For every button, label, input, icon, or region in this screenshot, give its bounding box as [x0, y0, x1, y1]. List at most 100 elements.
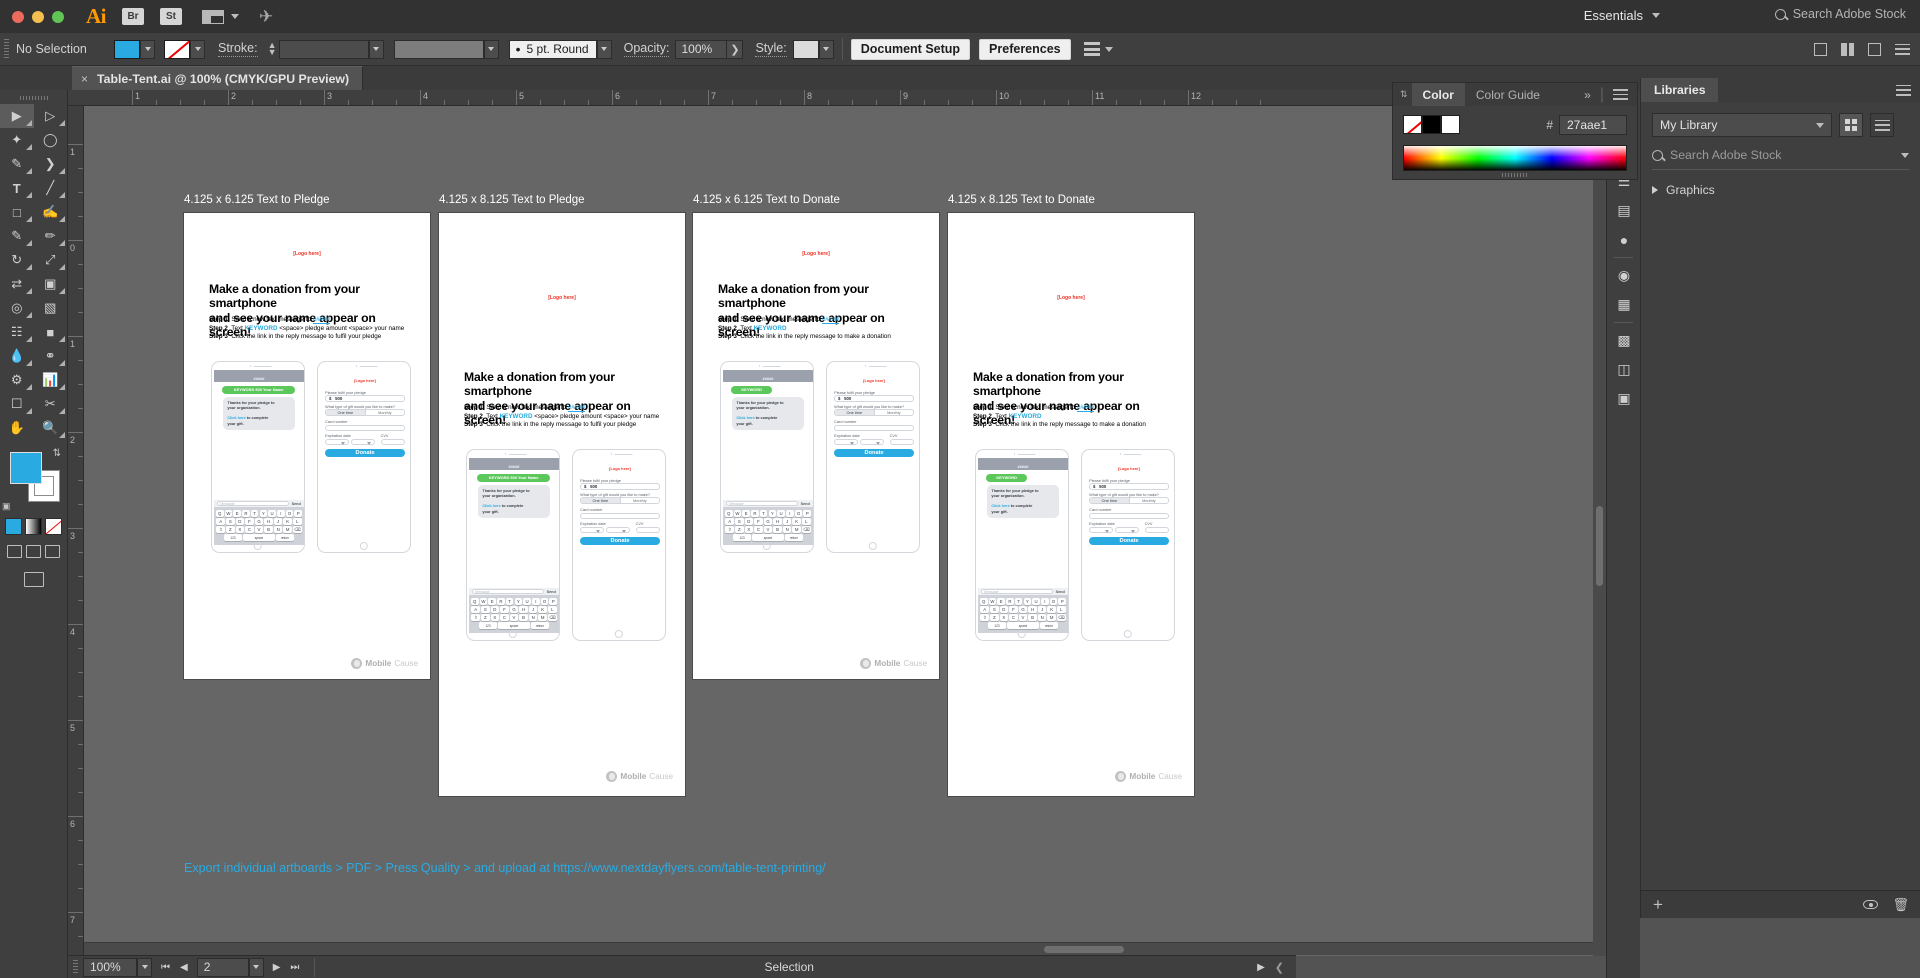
share-icon[interactable]: ✈: [259, 7, 273, 27]
expiration-year-select[interactable]: [351, 438, 375, 446]
stroke-swatch-dropdown[interactable]: [190, 39, 205, 59]
brush-definition[interactable]: • 5 pt. Round: [508, 39, 597, 59]
keyboard-key[interactable]: P: [803, 510, 812, 517]
last-artboard-button[interactable]: ⏭: [290, 962, 299, 973]
expiration-month-select[interactable]: [834, 438, 858, 446]
phone-home-button[interactable]: [253, 541, 263, 551]
pledge-amount-input[interactable]: $500: [834, 395, 915, 403]
keyboard-key[interactable]: A: [471, 606, 480, 614]
transparency-panel-icon[interactable]: ●: [1607, 225, 1641, 254]
magic-wand-tool[interactable]: ✦: [0, 128, 34, 152]
keyboard-key[interactable]: F: [500, 606, 509, 614]
keyboard-key[interactable]: Q: [724, 510, 733, 517]
keyboard-key-space[interactable]: space: [1007, 622, 1039, 630]
keyboard-key[interactable]: ⌫: [293, 526, 302, 534]
status-expand-button[interactable]: ▶: [1257, 962, 1265, 973]
keyboard-key[interactable]: X: [744, 526, 754, 534]
keyboard-key[interactable]: I: [531, 598, 540, 605]
gift-frequency-segmented-control[interactable]: One time Monthly: [1089, 497, 1170, 505]
pencil-tool[interactable]: ✏: [34, 224, 68, 248]
artboard[interactable]: [Logo here] Make a donation from your sma…: [693, 213, 939, 679]
screen-mode-button[interactable]: [0, 572, 67, 587]
arrange-documents-button[interactable]: [202, 9, 239, 24]
keyboard-key[interactable]: U: [777, 510, 785, 517]
keyboard-key[interactable]: W: [224, 510, 233, 517]
card-number-input[interactable]: [834, 424, 915, 431]
pen-tool[interactable]: ✎: [0, 152, 34, 176]
keyboard-key-space[interactable]: space: [752, 534, 784, 542]
color-fill-mode[interactable]: [5, 518, 22, 535]
tab-libraries[interactable]: Libraries: [1641, 78, 1719, 102]
panel-icon[interactable]: [1868, 42, 1881, 56]
phone-home-button[interactable]: [762, 541, 772, 551]
keyboard-key[interactable]: C: [245, 526, 254, 534]
close-window-button[interactable]: [12, 10, 24, 23]
color-spectrum-bar[interactable]: [1403, 145, 1627, 171]
keyboard-key[interactable]: B: [1028, 614, 1037, 622]
stroke-weight-dropdown[interactable]: [368, 39, 384, 59]
keyboard-key[interactable]: R: [1006, 598, 1014, 605]
keyboard-key[interactable]: Y: [1023, 598, 1032, 605]
keyboard-key[interactable]: G: [1018, 606, 1028, 614]
draw-normal-mode[interactable]: [7, 545, 22, 558]
keyboard-key[interactable]: R: [497, 598, 505, 605]
keyboard-key[interactable]: Z: [734, 526, 744, 534]
keyboard-key[interactable]: G: [509, 606, 519, 614]
keyboard-key[interactable]: B: [773, 526, 782, 534]
keyboard-key[interactable]: K: [538, 606, 547, 614]
artboard-number-value[interactable]: 2: [196, 957, 249, 977]
control-bar-grip[interactable]: [4, 39, 9, 59]
keyboard-key[interactable]: D: [999, 606, 1009, 614]
sms-reply-link[interactable]: Click here: [991, 504, 1009, 508]
swap-fill-stroke-icon[interactable]: ⇅: [53, 448, 61, 459]
phone-home-button[interactable]: [508, 629, 518, 639]
panel-grip-icon[interactable]: ⇅: [1393, 83, 1412, 106]
segment-one-time[interactable]: One time: [1090, 498, 1129, 504]
keyboard-key[interactable]: M: [792, 526, 801, 534]
segment-one-time[interactable]: One time: [326, 410, 365, 416]
window-controls[interactable]: [12, 10, 64, 23]
expiration-month-select[interactable]: [325, 438, 349, 446]
artboards-panel-icon[interactable]: ▩: [1607, 326, 1641, 355]
artboard[interactable]: [Logo here] Make a donation from your sma…: [439, 213, 685, 796]
keyboard-key[interactable]: L: [293, 518, 302, 526]
hamburger-icon[interactable]: [1895, 43, 1910, 55]
keyboard-key[interactable]: S: [989, 606, 999, 614]
pledge-amount-input[interactable]: $500: [580, 483, 661, 491]
appearance-panel-icon[interactable]: ◉: [1607, 261, 1641, 290]
keyboard-key[interactable]: L: [1057, 606, 1066, 614]
align-icon[interactable]: [1083, 42, 1100, 56]
sms-send-button[interactable]: Send: [1056, 590, 1065, 594]
gift-frequency-segmented-control[interactable]: One time Monthly: [834, 409, 915, 417]
keyboard-key[interactable]: ⇧: [471, 614, 480, 622]
none-fill-mode[interactable]: [45, 518, 62, 535]
transform-icon[interactable]: [1814, 42, 1827, 56]
segment-one-time[interactable]: One time: [835, 410, 874, 416]
keyboard-key[interactable]: U: [1032, 598, 1040, 605]
keyboard-key[interactable]: M: [1047, 614, 1056, 622]
library-select[interactable]: My Library: [1652, 113, 1832, 137]
cvv-input[interactable]: [1144, 526, 1170, 533]
keyboard-key[interactable]: N: [782, 526, 792, 534]
keyboard-key-123[interactable]: 123: [224, 534, 242, 542]
segment-monthly[interactable]: Monthly: [1128, 498, 1168, 504]
keyboard-key[interactable]: J: [782, 518, 792, 526]
sms-message-input[interactable]: Message: [217, 501, 290, 507]
artboard[interactable]: [Logo here] Make a donation from your sma…: [184, 213, 430, 679]
blend-tool[interactable]: ⚭: [34, 344, 68, 368]
width-tool[interactable]: ⇄: [0, 272, 34, 296]
keyboard-key[interactable]: I: [785, 510, 794, 517]
vertical-scroll-thumb[interactable]: [1596, 506, 1603, 586]
expiration-year-select[interactable]: [1115, 526, 1139, 534]
tab-color-guide[interactable]: Color Guide: [1465, 83, 1551, 106]
segment-monthly[interactable]: Monthly: [364, 410, 404, 416]
keyboard-key[interactable]: L: [548, 606, 557, 614]
donate-button[interactable]: Donate: [834, 448, 915, 458]
keyboard-key[interactable]: O: [1049, 598, 1058, 605]
first-artboard-button[interactable]: ⏮: [161, 962, 170, 973]
donate-button[interactable]: Donate: [580, 536, 661, 546]
keyboard-key[interactable]: R: [751, 510, 759, 517]
rectangle-tool[interactable]: □: [0, 200, 34, 224]
gradient-fill-mode[interactable]: [25, 518, 42, 535]
segment-monthly[interactable]: Monthly: [873, 410, 913, 416]
